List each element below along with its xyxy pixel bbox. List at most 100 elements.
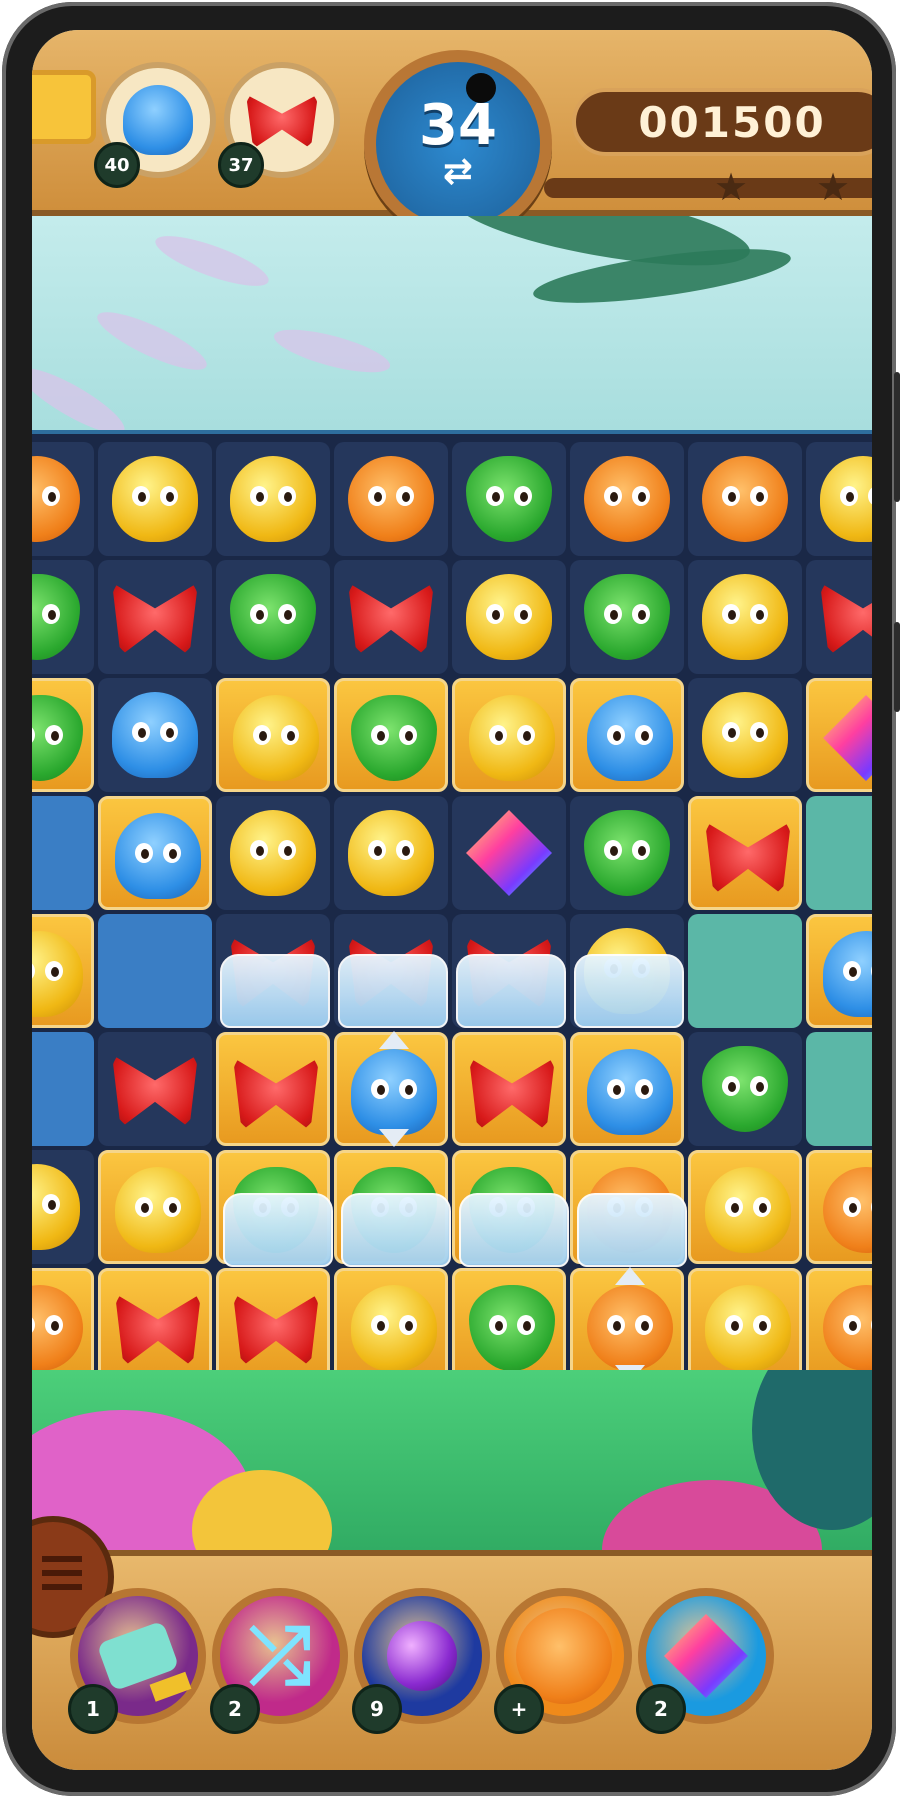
goal-octopus-count: 40 [94,142,140,188]
eye [871,1197,872,1217]
board-cell[interactable] [216,796,330,910]
board-cell[interactable] [98,1150,212,1264]
hammer-icon [96,1620,180,1692]
eye [722,604,740,624]
board-cell[interactable] [216,678,330,792]
eye [396,840,414,860]
board-cell[interactable] [98,678,212,792]
octo-piece-icon [587,1049,673,1135]
board-cell[interactable] [32,678,94,792]
board-cell[interactable] [98,560,212,674]
gem-piece-icon [466,810,552,896]
frog-piece-icon [230,574,316,660]
lion-piece-icon [587,1285,673,1371]
power-button [894,622,900,712]
board-cell[interactable] [452,1268,566,1374]
board-cell[interactable] [806,796,872,910]
ice-block [577,1193,687,1267]
board-cell[interactable] [688,1150,802,1264]
board-cell[interactable] [452,796,566,910]
lion-piece-icon [823,1285,872,1371]
board-cell[interactable] [806,442,872,556]
board-cell[interactable] [334,914,448,1028]
board-cell[interactable] [688,678,802,792]
board-cell[interactable] [32,1032,94,1146]
board-cell[interactable] [216,442,330,556]
gem-booster-count: 2 [636,1684,686,1734]
bird-piece-icon [233,695,319,781]
eye [250,604,268,624]
lion-piece-icon [32,1285,83,1371]
board-cell[interactable] [806,560,872,674]
eye [32,961,35,981]
board-cell[interactable] [688,796,802,910]
eye [722,486,740,506]
board-cell[interactable] [688,560,802,674]
board-cell[interactable] [452,560,566,674]
board-cell[interactable] [806,1268,872,1374]
board-cell[interactable] [32,796,94,910]
game-board[interactable] [32,430,872,1374]
board-cell[interactable] [570,560,684,674]
board-cell[interactable] [334,1150,451,1267]
phone-frame: 40 37 34 ⇄ 001500 ★ ★ 1 ⤮ 2 9 + 2 [2,2,900,1796]
board-cell[interactable] [452,1150,569,1267]
board-cell[interactable] [688,1268,802,1374]
board-cell[interactable] [570,1150,687,1267]
eye [517,725,535,745]
board-cell[interactable] [216,1032,330,1146]
board-cell[interactable] [98,914,212,1028]
board-cell[interactable] [98,796,212,910]
board-cell[interactable] [570,1267,684,1374]
eye [722,1076,740,1096]
board-cell[interactable] [452,442,566,556]
board-cell[interactable] [452,678,566,792]
board-cell[interactable] [334,1031,448,1147]
board-cell[interactable] [806,914,872,1028]
booster-bar: 1 ⤮ 2 9 +2 [32,1516,872,1770]
board-cell[interactable] [216,1150,333,1267]
eye [843,961,861,981]
board-cell[interactable] [98,1268,212,1374]
board-cell[interactable] [32,1268,94,1374]
board-cell[interactable] [216,560,330,674]
board-cell[interactable] [688,914,802,1028]
board-cell[interactable] [32,560,94,674]
board-cell[interactable] [806,678,872,792]
eye [635,1079,653,1099]
board-cell[interactable] [570,796,684,910]
board-cell[interactable] [98,1032,212,1146]
board-cell[interactable] [32,914,94,1028]
board-cell[interactable] [806,1032,872,1146]
board-cell[interactable] [688,1032,802,1146]
board-cell[interactable] [570,678,684,792]
eye [399,1315,417,1335]
board-cell[interactable] [334,1268,448,1374]
board-cell[interactable] [216,1268,330,1374]
board-cell[interactable] [32,442,94,556]
board-cell[interactable] [688,442,802,556]
ice-block [220,954,330,1028]
red-bow-icon [246,94,318,149]
board-cell[interactable] [570,1032,684,1146]
eye [632,840,650,860]
board-cell[interactable] [452,1032,566,1146]
bird-piece-icon [469,695,555,781]
board-cell[interactable] [98,442,212,556]
eye [250,840,268,860]
board-cell[interactable] [334,442,448,556]
game-screen: 40 37 34 ⇄ 001500 ★ ★ 1 ⤮ 2 9 + 2 [32,30,872,1770]
eye [517,1315,535,1335]
board-cell[interactable] [570,442,684,556]
frog-piece-icon [466,456,552,542]
board-cell[interactable] [216,914,330,1028]
eye [489,725,507,745]
board-cell[interactable] [334,796,448,910]
board-cell[interactable] [334,678,448,792]
swap-arrows-icon: ⇄ [442,151,474,192]
board-cell[interactable] [570,914,684,1028]
board-cell[interactable] [806,1150,872,1264]
board-cell[interactable] [32,1150,94,1264]
board-cell[interactable] [452,914,566,1028]
board-cell[interactable] [334,560,448,674]
